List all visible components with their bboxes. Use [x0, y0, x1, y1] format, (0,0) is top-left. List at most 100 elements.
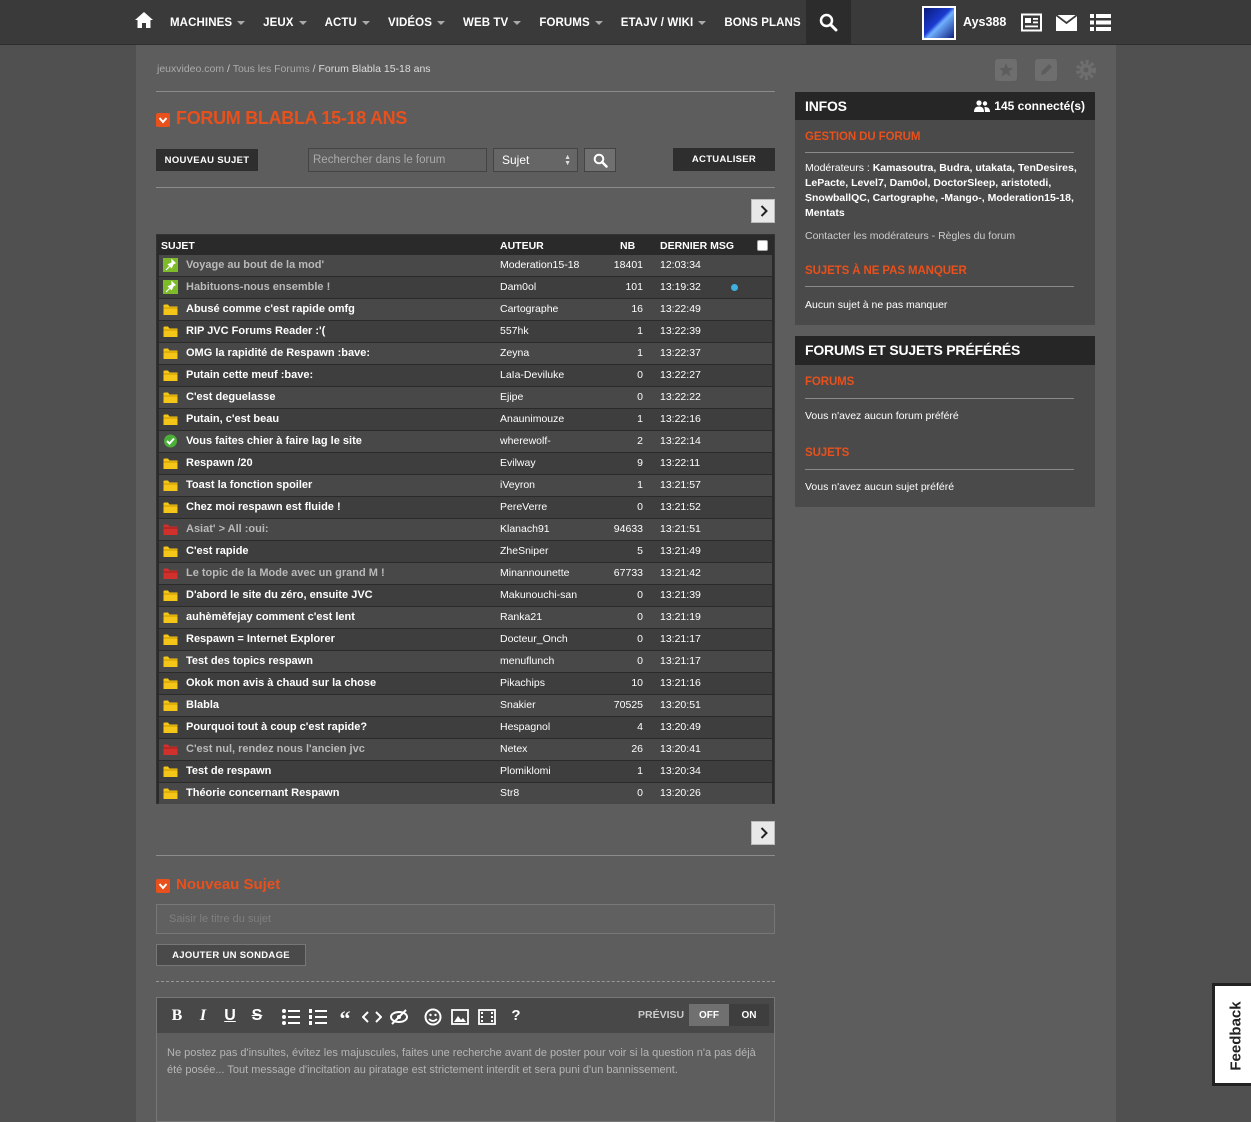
topic-author-link[interactable]: PereVerre	[500, 501, 547, 513]
topic-author-link[interactable]: Netex	[500, 743, 527, 755]
topic-subject-link[interactable]: D'abord le site du zéro, ensuite JVC	[186, 589, 373, 601]
quote-icon[interactable]: “	[335, 1007, 355, 1031]
table-row[interactable]: Chez moi respawn est fluide ! PereVerre 0 1…	[159, 497, 772, 518]
online-users-link[interactable]: 145 connecté(s)	[974, 99, 1085, 113]
topic-last-message-time[interactable]: 13:22:37	[660, 347, 701, 359]
topic-last-message-time[interactable]: 13:22:14	[660, 435, 701, 447]
search-scope-select[interactable]: Sujet ▲ ▼	[493, 148, 578, 172]
table-row[interactable]: Abusé comme c'est rapide omfg Cartographe…	[159, 299, 772, 320]
help-icon[interactable]: ?	[506, 1007, 526, 1025]
topic-subject-link[interactable]: Blabla	[186, 699, 219, 711]
table-row[interactable]: Putain cette meuf :bave: LaIa-Deviluke 0 13…	[159, 365, 772, 386]
preview-on-toggle[interactable]: ON	[729, 1004, 769, 1026]
table-row[interactable]: Toast la fonction spoiler iVeyron 1 13:21:5…	[159, 475, 772, 496]
table-row[interactable]: Respawn = Internet Explorer Docteur_Onch 0…	[159, 629, 772, 650]
topic-subject-link[interactable]: Pourquoi tout à coup c'est rapide?	[186, 721, 367, 733]
topic-last-message-time[interactable]: 13:21:52	[660, 501, 701, 513]
topic-last-message-time[interactable]: 13:22:16	[660, 413, 701, 425]
table-row[interactable]: Théorie concernant Respawn Str8 0 13:20:26	[159, 783, 772, 804]
topic-author-link[interactable]: Cartographe	[500, 303, 558, 315]
topic-author-link[interactable]: Makunouchi-san	[500, 589, 577, 601]
underline-icon[interactable]: U	[220, 1007, 240, 1025]
breadcrumb-all-forums-link[interactable]: Tous les Forums	[233, 63, 310, 75]
strikethrough-icon[interactable]: S	[247, 1007, 267, 1025]
table-row[interactable]: Test des topics respawn menuflunch 0 13:21:…	[159, 651, 772, 672]
forum-search-input[interactable]	[308, 148, 487, 172]
table-row[interactable]: Okok mon avis à chaud sur la chose Pikach…	[159, 673, 772, 694]
code-icon[interactable]	[362, 1008, 382, 1026]
preview-off-toggle[interactable]: OFF	[689, 1004, 729, 1026]
topic-last-message-time[interactable]: 13:20:49	[660, 721, 701, 733]
nav-item-vidéos[interactable]: VIDÉOS	[388, 17, 445, 29]
topic-last-message-time[interactable]: 13:21:17	[660, 633, 701, 645]
select-all-checkbox[interactable]	[757, 240, 768, 251]
table-row[interactable]: C'est nul, rendez nous l'ancien jvc Netex…	[159, 739, 772, 760]
topic-subject-link[interactable]: Respawn /20	[186, 457, 253, 469]
table-row[interactable]: OMG la rapidité de Respawn :bave: Zeyna 1 1…	[159, 343, 772, 364]
nav-item-etajv-wiki[interactable]: ETAJV / WIKI	[621, 17, 707, 29]
nav-item-actu[interactable]: ACTU	[325, 17, 370, 29]
topic-author-link[interactable]: Plomiklomi	[500, 765, 551, 777]
avatar[interactable]	[922, 6, 956, 40]
username[interactable]: Ays388	[963, 15, 1006, 29]
table-row[interactable]: Asiat' > All :oui: Klanach91 94633 13:21:51	[159, 519, 772, 540]
topic-subject-link[interactable]: Le topic de la Mode avec un grand M !	[186, 567, 385, 579]
table-row[interactable]: Pourquoi tout à coup c'est rapide? Hespag…	[159, 717, 772, 738]
topic-author-link[interactable]: Evilway	[500, 457, 536, 469]
topic-last-message-time[interactable]: 13:20:26	[660, 787, 701, 799]
next-page-button[interactable]	[751, 199, 775, 223]
topic-subject-link[interactable]: Théorie concernant Respawn	[186, 787, 339, 799]
next-page-button[interactable]	[751, 821, 775, 845]
feedback-tab[interactable]: Feedback	[1212, 983, 1251, 1086]
home-icon[interactable]	[134, 10, 154, 30]
nav-item-machines[interactable]: MACHINES	[170, 17, 246, 29]
topic-author-link[interactable]: 557hk	[500, 325, 529, 337]
nav-item-jeux[interactable]: JEUX	[263, 17, 307, 29]
topic-subject-link[interactable]: Test de respawn	[186, 765, 271, 777]
numbered-list-icon[interactable]	[308, 1008, 328, 1026]
video-icon[interactable]	[477, 1008, 497, 1026]
topic-author-link[interactable]: Snakier	[500, 699, 536, 711]
message-editor[interactable]: B I U S “ ? PRÉVISU OFF ON Ne postez pas…	[156, 997, 775, 1122]
star-favorite-icon[interactable]	[995, 59, 1017, 81]
site-search-button[interactable]	[806, 0, 851, 45]
nav-item-forums[interactable]: FORUMS	[539, 17, 603, 29]
topic-last-message-time[interactable]: 12:03:34	[660, 259, 701, 271]
topic-author-link[interactable]: Pikachips	[500, 677, 545, 689]
bold-icon[interactable]: B	[167, 1007, 187, 1025]
topic-author-link[interactable]: Minannounette	[500, 567, 569, 579]
topic-subject-link[interactable]: Habituons-nous ensemble !	[186, 281, 330, 293]
italic-icon[interactable]: I	[193, 1007, 213, 1025]
editor-placeholder[interactable]: Ne postez pas d'insultes, évitez les maj…	[167, 1045, 767, 1079]
topic-author-link[interactable]: Dam0ol	[500, 281, 536, 293]
table-row[interactable]: Respawn /20 Evilway 9 13:22:11	[159, 453, 772, 474]
mail-icon[interactable]	[1056, 15, 1077, 31]
topic-last-message-time[interactable]: 13:19:32	[660, 281, 701, 293]
edit-list-icon[interactable]	[1035, 59, 1057, 81]
topic-subject-link[interactable]: Toast la fonction spoiler	[186, 479, 312, 491]
topic-subject-link[interactable]: C'est rapide	[186, 545, 249, 557]
image-icon[interactable]	[450, 1008, 470, 1026]
topic-last-message-time[interactable]: 13:21:49	[660, 545, 701, 557]
topic-subject-link[interactable]: Vous faites chier à faire lag le site	[186, 435, 362, 447]
list-menu-icon[interactable]	[1090, 13, 1111, 32]
topic-subject-link[interactable]: RIP JVC Forums Reader :'(	[186, 325, 325, 337]
topic-last-message-time[interactable]: 13:22:22	[660, 391, 701, 403]
topic-subject-link[interactable]: C'est nul, rendez nous l'ancien jvc	[186, 743, 365, 755]
spoiler-hidden-icon[interactable]	[389, 1008, 409, 1026]
topic-title-input[interactable]	[156, 904, 775, 934]
topic-author-link[interactable]: LaIa-Deviluke	[500, 369, 564, 381]
refresh-button[interactable]: ACTUALISER	[673, 148, 775, 171]
topic-subject-link[interactable]: OMG la rapidité de Respawn :bave:	[186, 347, 370, 359]
topic-last-message-time[interactable]: 13:21:39	[660, 589, 701, 601]
collapse-toggle-icon[interactable]	[156, 879, 170, 893]
topic-author-link[interactable]: Ranka21	[500, 611, 542, 623]
smiley-icon[interactable]	[423, 1008, 443, 1026]
topic-last-message-time[interactable]: 13:21:19	[660, 611, 701, 623]
table-row[interactable]: C'est rapide ZheSniper 5 13:21:49	[159, 541, 772, 562]
topic-author-link[interactable]: Ejipe	[500, 391, 523, 403]
nav-item-bons-plans[interactable]: BONS PLANS	[724, 17, 800, 29]
topic-subject-link[interactable]: C'est deguelasse	[186, 391, 275, 403]
topic-last-message-time[interactable]: 13:20:51	[660, 699, 701, 711]
table-row[interactable]: Voyage au bout de la mod' Moderation15-18…	[159, 255, 772, 276]
